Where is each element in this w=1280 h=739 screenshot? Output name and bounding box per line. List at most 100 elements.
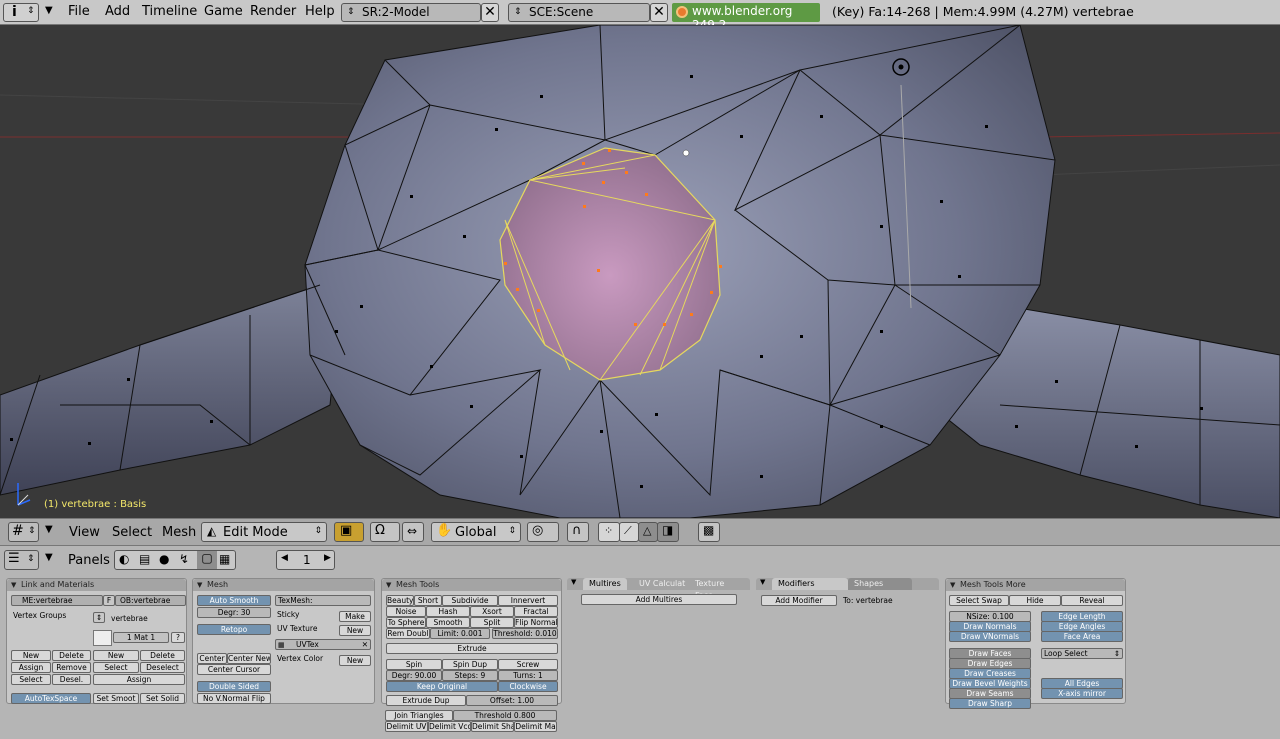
double-sided-toggle[interactable]: Double Sided xyxy=(197,681,271,692)
vertex-group-menu[interactable]: ⇕ xyxy=(93,612,105,623)
menu-render[interactable]: Render xyxy=(250,4,296,19)
collapse-arrow-icon[interactable]: ▼ xyxy=(760,578,765,586)
material-assign-button[interactable]: Assign xyxy=(93,674,185,685)
hash-button[interactable]: Hash xyxy=(426,606,470,617)
spin-degrees-field[interactable]: Degr: 90.00 xyxy=(386,670,442,681)
screw-turns-field[interactable]: Turns: 1 xyxy=(498,670,558,681)
flip-normal-button[interactable]: Flip Normal xyxy=(514,617,558,628)
vertex-color-new-button[interactable]: New xyxy=(339,655,371,666)
beauty-toggle[interactable]: Beauty xyxy=(386,595,414,606)
vgroup-remove-button[interactable]: Remove xyxy=(52,662,91,673)
sticky-make-button[interactable]: Make xyxy=(339,611,371,622)
menu-timeline[interactable]: Timeline xyxy=(142,4,197,19)
close-icon[interactable]: ✕ xyxy=(362,640,368,649)
select-swap-button[interactable]: Select Swap xyxy=(949,595,1009,606)
uv-texture-new-button[interactable]: New xyxy=(339,625,371,636)
uvtex-slot[interactable]: ▦ UVTex ✕ xyxy=(275,639,371,650)
editor-type-3dview-button[interactable]: # ⇕ xyxy=(8,522,39,542)
retopo-toggle[interactable]: Retopo xyxy=(197,624,271,635)
delete-scene-button[interactable]: ✕ xyxy=(650,3,668,22)
draw-type-selector[interactable]: ▣ xyxy=(334,522,364,542)
material-select-button[interactable]: Select xyxy=(93,662,139,673)
menu-file[interactable]: File xyxy=(68,4,90,19)
render-preview-button[interactable]: ▩ xyxy=(698,522,720,542)
screw-button[interactable]: Screw xyxy=(498,659,558,670)
panel-title[interactable]: ▼ Mesh Tools xyxy=(382,579,561,591)
subdivide-button[interactable]: Subdivide xyxy=(442,595,498,606)
short-toggle[interactable]: Short xyxy=(414,595,442,606)
set-solid-button[interactable]: Set Solid xyxy=(140,693,185,704)
spin-dup-button[interactable]: Spin Dup xyxy=(442,659,498,670)
collapse-menus-icon[interactable]: ▼ xyxy=(45,5,53,16)
vgroup-assign-button[interactable]: Assign xyxy=(11,662,51,673)
loop-select-menu[interactable]: Loop Select ⇕ xyxy=(1041,648,1123,659)
editing-icon[interactable]: ▢ xyxy=(197,551,217,569)
menu-add[interactable]: Add xyxy=(105,4,130,19)
add-multires-button[interactable]: Add Multires xyxy=(581,594,737,605)
auto-smooth-toggle[interactable]: Auto Smooth xyxy=(197,595,271,606)
innervert-button[interactable]: Innervert xyxy=(498,595,558,606)
delimit-uv-toggle[interactable]: Delimit UV xyxy=(385,721,428,732)
no-vnormal-flip-toggle[interactable]: No V.Normal Flip xyxy=(197,693,271,704)
clockwise-toggle[interactable]: Clockwise xyxy=(498,681,558,692)
center-cursor-button[interactable]: Center Cursor xyxy=(197,664,271,675)
extrude-dup-button[interactable]: Extrude Dup xyxy=(386,695,466,706)
material-color-swatch[interactable] xyxy=(93,630,112,646)
panel-title[interactable]: ▼ Mesh Tools More xyxy=(946,579,1125,591)
logic-icon[interactable]: ◐ xyxy=(119,552,129,566)
fake-user-button[interactable]: F xyxy=(103,595,115,606)
editor-type-buttons-button[interactable]: ☰ ⇕ xyxy=(4,550,39,570)
delete-screen-button[interactable]: ✕ xyxy=(481,3,499,22)
object-datablock-field[interactable]: OB:vertebrae xyxy=(115,595,186,606)
scene-selector[interactable]: ⇕ SCE:Scene xyxy=(508,3,650,22)
proportional-edit-selector[interactable]: ◎ xyxy=(527,522,559,542)
shading-icon[interactable]: ● xyxy=(159,552,169,566)
spin-button[interactable]: Spin xyxy=(386,659,442,670)
tab-multires[interactable]: Multires xyxy=(583,578,627,590)
menu-game[interactable]: Game xyxy=(204,4,243,19)
reveal-button[interactable]: Reveal xyxy=(1061,595,1123,606)
extrude-offset-field[interactable]: Offset: 1.00 xyxy=(466,695,558,706)
face-area-toggle[interactable]: Face Area xyxy=(1041,631,1123,642)
delimit-material-toggle[interactable]: Delimit Ma xyxy=(514,721,557,732)
vgroup-new-button[interactable]: New xyxy=(11,650,51,661)
xsort-button[interactable]: Xsort xyxy=(470,606,514,617)
vertex-select-button[interactable]: ⁘ xyxy=(598,522,620,542)
tab-texture-face[interactable]: Texture Face xyxy=(689,578,750,600)
collapse-menus-icon[interactable]: ▼ xyxy=(45,552,53,563)
draw-vnormals-toggle[interactable]: Draw VNormals xyxy=(949,631,1031,642)
autotexspace-toggle[interactable]: AutoTexSpace xyxy=(11,693,91,704)
to-sphere-button[interactable]: To Sphere xyxy=(386,617,426,628)
set-smooth-button[interactable]: Set Smoot xyxy=(93,693,139,704)
join-triangles-button[interactable]: Join Triangles xyxy=(385,710,453,721)
vgroup-select-button[interactable]: Select xyxy=(11,674,51,685)
material-index-field[interactable]: 1 Mat 1 xyxy=(113,632,169,643)
mode-selector[interactable]: ◭ Edit Mode ⇕ xyxy=(201,522,327,542)
menu-help[interactable]: Help xyxy=(305,4,335,19)
join-threshold-field[interactable]: Threshold 0.800 xyxy=(453,710,557,721)
material-deselect-button[interactable]: Deselect xyxy=(140,662,185,673)
occlude-geometry-button[interactable]: ◨ xyxy=(657,522,679,542)
pivot-selector[interactable]: Ω xyxy=(370,522,400,542)
threshold-field[interactable]: Threshold: 0.010 xyxy=(492,628,558,639)
hide-button[interactable]: Hide xyxy=(1009,595,1061,606)
object-icon[interactable]: ↯ xyxy=(179,552,189,566)
split-button[interactable]: Split xyxy=(470,617,514,628)
menu-mesh[interactable]: Mesh xyxy=(162,525,196,540)
extrude-button[interactable]: Extrude xyxy=(386,643,558,654)
material-delete-button[interactable]: Delete xyxy=(140,650,185,661)
tab-shapes[interactable]: Shapes xyxy=(848,578,912,590)
arrow-left-icon[interactable]: ◀ xyxy=(281,553,288,563)
add-modifier-menu[interactable]: Add Modifier xyxy=(761,595,837,606)
fractal-button[interactable]: Fractal xyxy=(514,606,558,617)
panel-title[interactable]: ▼ Mesh xyxy=(193,579,374,591)
tab-uv-calculation[interactable]: UV Calculat xyxy=(633,578,691,590)
arrow-right-icon[interactable]: ▶ xyxy=(324,553,331,563)
keep-original-toggle[interactable]: Keep Original xyxy=(386,681,498,692)
collapse-menus-icon[interactable]: ▼ xyxy=(45,524,53,535)
tab-modifiers[interactable]: Modifiers xyxy=(772,578,848,590)
face-select-button[interactable]: △ xyxy=(638,522,658,542)
3d-viewport[interactable]: (1) vertebrae : Basis xyxy=(0,25,1280,518)
material-new-button[interactable]: New xyxy=(93,650,139,661)
remove-doubles-button[interactable]: Rem Doubl xyxy=(386,628,430,639)
